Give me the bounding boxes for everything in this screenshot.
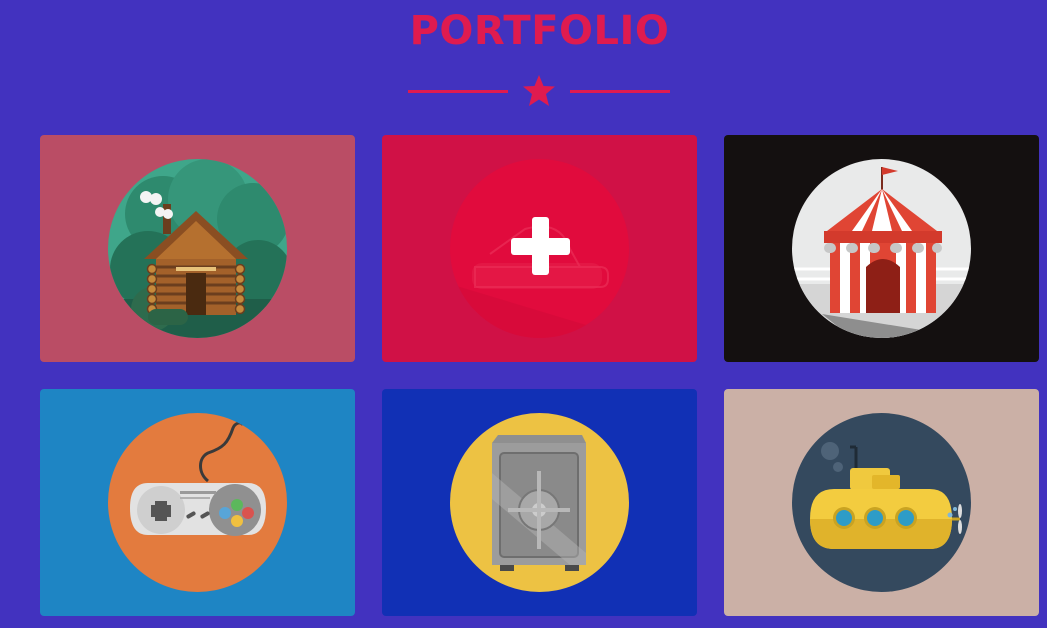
page-title: PORTFOLIO	[409, 8, 670, 54]
portfolio-item-circus[interactable]	[724, 135, 1039, 362]
star-icon	[523, 75, 555, 106]
portfolio-item-safe[interactable]	[382, 389, 697, 616]
divider-line-left	[408, 90, 508, 93]
portfolio-item-submarine[interactable]	[724, 389, 1039, 616]
portfolio-item-hovered[interactable]	[382, 135, 697, 362]
title-divider	[408, 73, 670, 109]
divider-line-right	[570, 90, 670, 93]
game-controller-icon	[108, 413, 287, 592]
plus-icon	[511, 217, 570, 275]
portfolio-section: PORTFOLIO	[0, 0, 1047, 628]
log-cabin-icon	[108, 159, 287, 338]
portfolio-item-controller[interactable]	[40, 389, 355, 616]
circus-tent-icon	[792, 159, 971, 338]
submarine-icon	[792, 413, 971, 592]
submarine-icon	[450, 159, 629, 338]
safe-icon	[450, 413, 629, 592]
portfolio-item-cabin[interactable]	[40, 135, 355, 362]
